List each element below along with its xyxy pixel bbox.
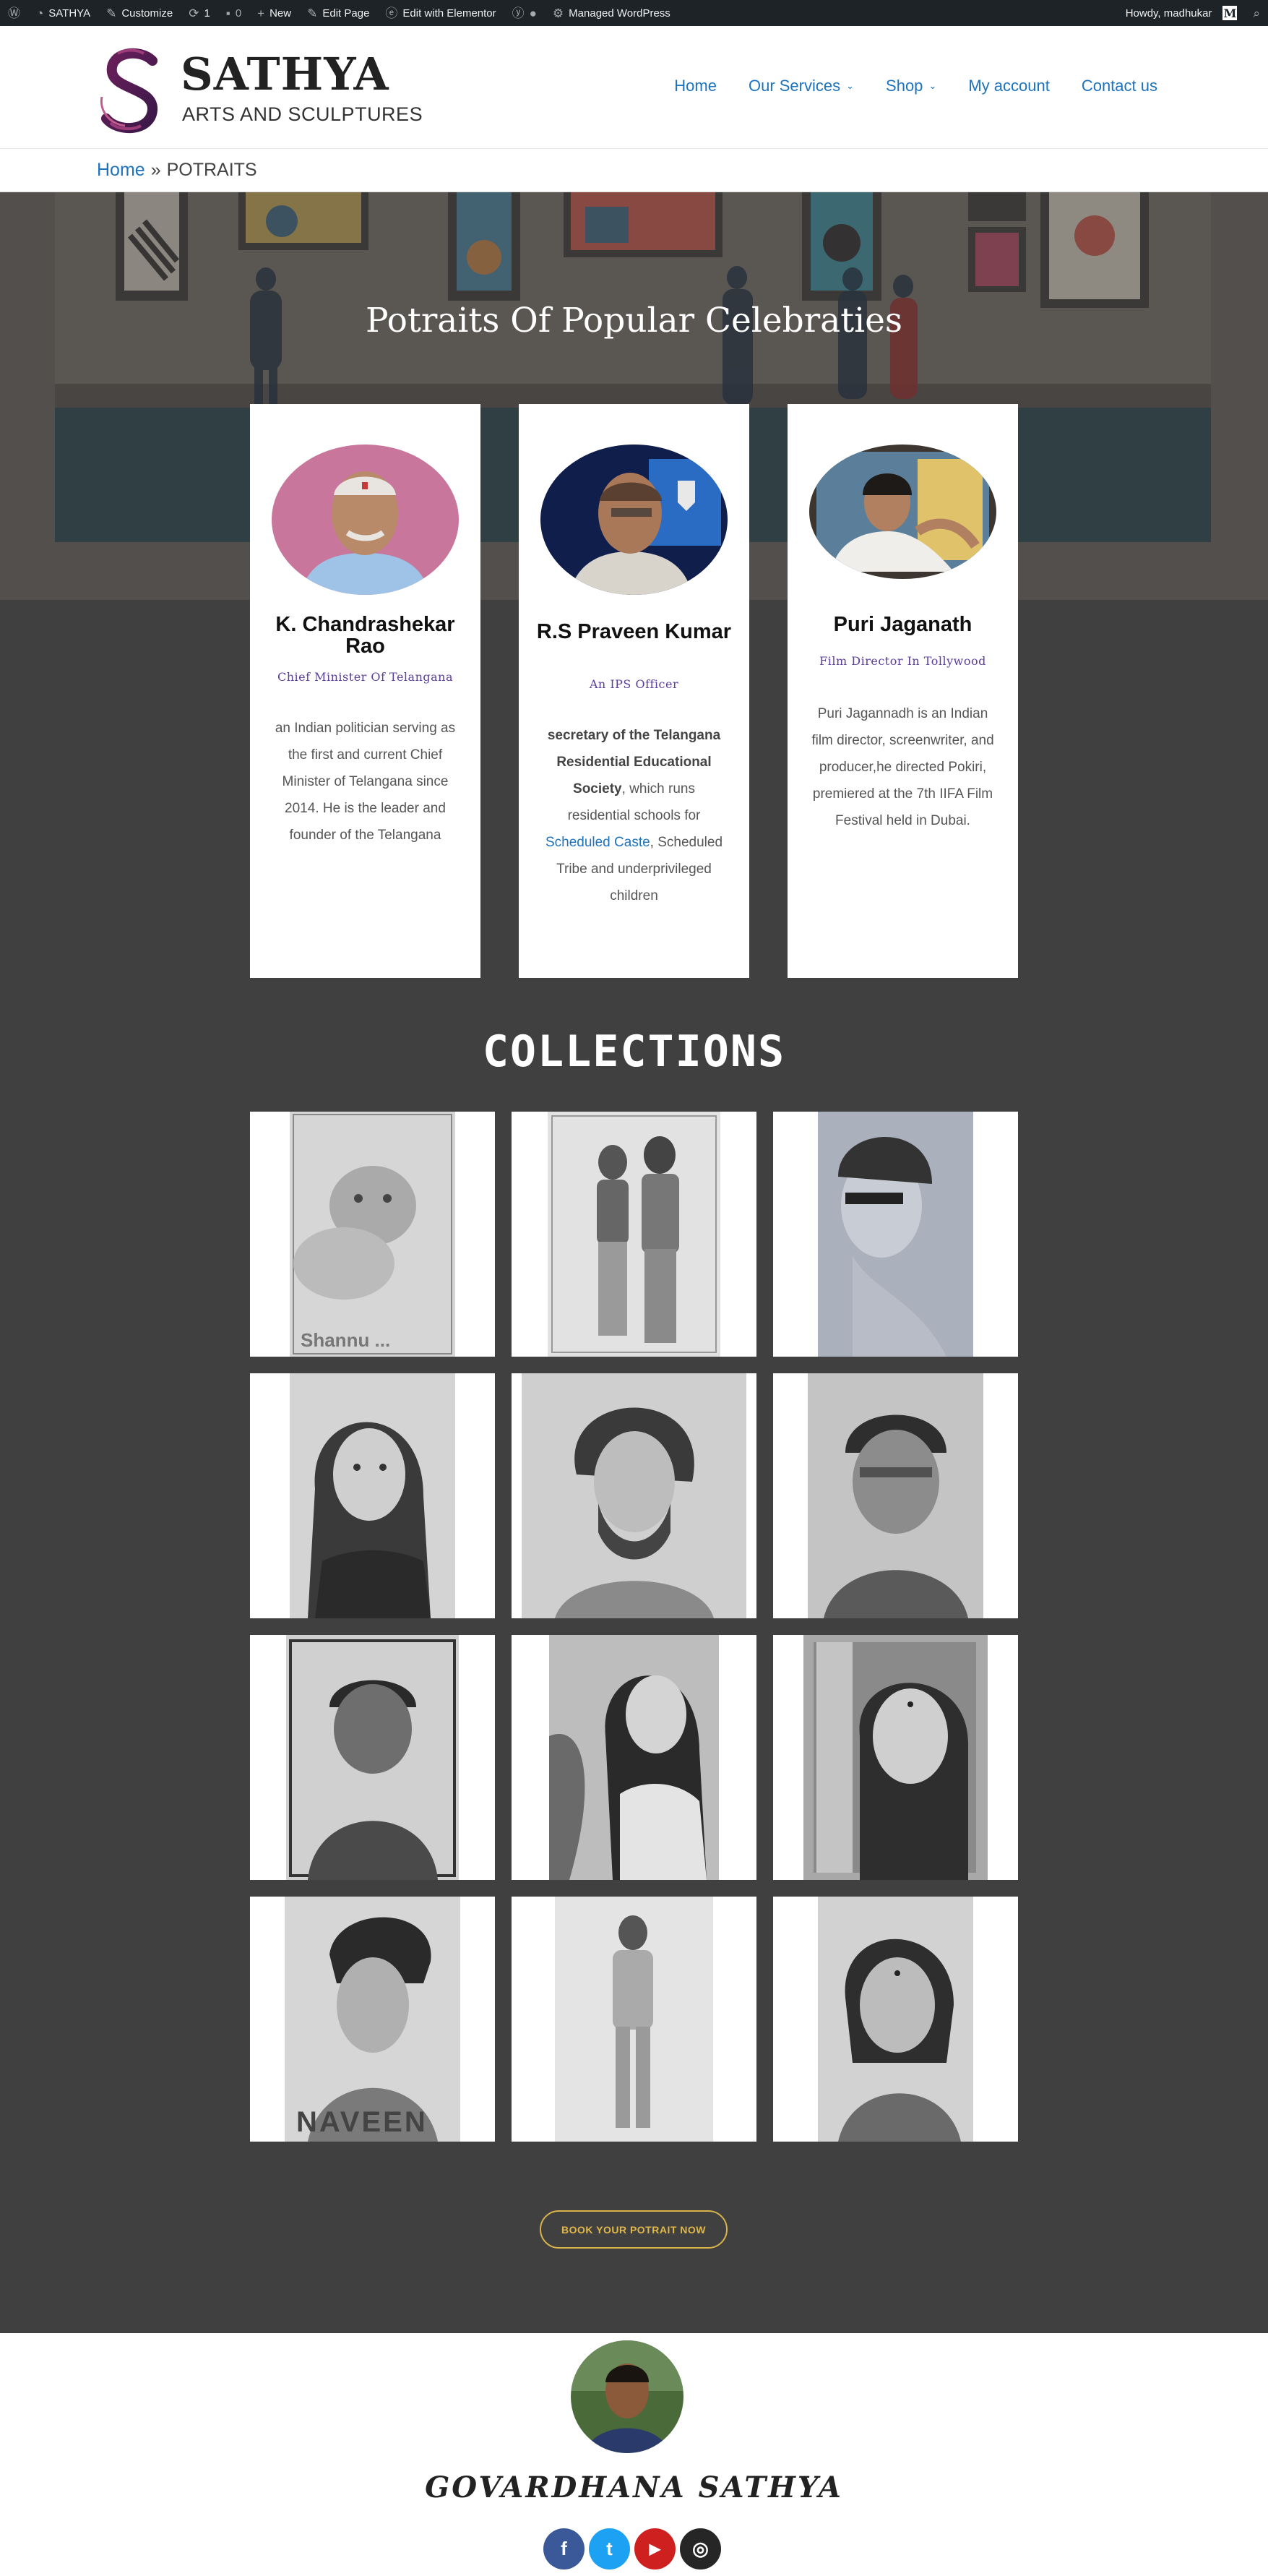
- celebrity-description: an Indian politician serving as the firs…: [275, 721, 456, 843]
- nav-home[interactable]: Home: [674, 77, 717, 95]
- gallery-item[interactable]: [512, 1373, 756, 1618]
- scheduled-caste-link[interactable]: Scheduled Caste: [545, 835, 650, 850]
- comments-link[interactable]: ▪ 0: [218, 0, 249, 26]
- yoast-icon: ⓨ: [512, 6, 525, 20]
- site-name-label: SATHYA: [48, 7, 91, 20]
- nav-shop[interactable]: Shop ⌄: [886, 77, 936, 95]
- plus-icon: +: [257, 6, 265, 20]
- gallery-item[interactable]: [773, 1897, 1018, 2142]
- twitter-icon[interactable]: t: [589, 2528, 630, 2569]
- artist-name: GOVARDHANA SATHYA: [425, 2470, 843, 2504]
- edit-page-label: Edit Page: [322, 7, 370, 20]
- admin-search-button[interactable]: ⌕: [1245, 0, 1268, 26]
- nav-our-services[interactable]: Our Services ⌄: [749, 77, 854, 95]
- celebrity-card: R.S Praveen Kumar An IPS Officer secreta…: [519, 404, 749, 978]
- collections-title: COLLECTIONS: [482, 1026, 786, 1077]
- nav-our-services-label: Our Services: [748, 77, 841, 95]
- edit-elementor-label: Edit with Elementor: [402, 7, 496, 20]
- wordpress-logo-icon: Ⓦ: [8, 6, 20, 20]
- new-label: New: [269, 7, 292, 20]
- my-account-menu[interactable]: Howdy, madhukar M: [1118, 0, 1246, 26]
- gallery-item[interactable]: [250, 1373, 495, 1618]
- breadcrumb: Home » POTRAITS: [0, 149, 1268, 192]
- celebrity-card: K. Chandrashekar Rao Chief Minister Of T…: [250, 404, 480, 978]
- yoast-menu[interactable]: ⓨ ●: [504, 0, 545, 26]
- gallery-item[interactable]: [250, 1635, 495, 1880]
- new-content-link[interactable]: + New: [249, 0, 299, 26]
- instagram-icon[interactable]: ◎: [680, 2528, 721, 2569]
- gallery-item[interactable]: [512, 1635, 756, 1880]
- celebrity-portrait: [809, 445, 996, 579]
- celebrity-portrait: [540, 445, 728, 595]
- wordpress-menu[interactable]: Ⓦ: [0, 0, 28, 26]
- celebrity-role: Film Director In Tollywood: [819, 654, 986, 668]
- gallery-caption: NAVEEN: [296, 2106, 428, 2138]
- gallery-caption: Shannu ...: [301, 1329, 390, 1351]
- admin-bar: Ⓦ ◔ SATHYA ✎ Customize ⟳ 1 ▪ 0 + New ✎ E…: [0, 0, 1268, 26]
- facebook-icon[interactable]: f: [543, 2528, 585, 2569]
- howdy-label: Howdy, madhukar: [1125, 7, 1212, 20]
- book-portrait-button[interactable]: BOOK YOUR POTRAIT NOW: [540, 2210, 728, 2249]
- breadcrumb-current: POTRAITS: [166, 160, 257, 180]
- updates-icon: ⟳: [189, 6, 199, 20]
- social-links: f t ▶ ◎: [543, 2528, 721, 2569]
- celebrity-card: Puri Jaganath Film Director In Tollywood…: [788, 404, 1018, 978]
- nav-contact-us[interactable]: Contact us: [1082, 77, 1157, 95]
- gear-icon: ⚙: [552, 6, 564, 20]
- site-footer: GOVARDHANA SATHYA f t ▶ ◎: [0, 2333, 1268, 2576]
- celebrity-name: R.S Praveen Kumar: [536, 620, 732, 643]
- customize-link[interactable]: ✎ Customize: [98, 0, 181, 26]
- elementor-icon: ⓔ: [385, 6, 398, 20]
- site-name-link[interactable]: ◔ SATHYA: [28, 0, 98, 26]
- nav-home-label: Home: [674, 77, 717, 95]
- gallery-item[interactable]: [773, 1373, 1018, 1618]
- gallery-item[interactable]: [773, 1635, 1018, 1880]
- search-icon: ⌕: [1253, 6, 1260, 20]
- hero-title: Potraits Of Popular Celebraties: [365, 301, 903, 340]
- admin-avatar: M: [1222, 6, 1238, 20]
- gallery-item[interactable]: [512, 1897, 756, 2142]
- celebrity-portrait: [272, 445, 459, 595]
- updates-link[interactable]: ⟳ 1: [181, 0, 218, 26]
- gallery-item[interactable]: [773, 1112, 1018, 1357]
- celebrity-description: secretary of the Telangana Residential E…: [540, 722, 728, 909]
- gallery-item[interactable]: [512, 1112, 756, 1357]
- pencil-icon: ✎: [307, 6, 318, 20]
- customize-label: Customize: [121, 7, 173, 20]
- status-dot-icon: ●: [529, 6, 537, 20]
- nav-shop-label: Shop: [886, 77, 923, 95]
- edit-elementor-link[interactable]: ⓔ Edit with Elementor: [377, 0, 504, 26]
- nav-contact-us-label: Contact us: [1081, 77, 1157, 95]
- site-tagline: ARTS AND SCULPTURES: [182, 103, 423, 125]
- managed-wp-label: Managed WordPress: [569, 7, 670, 20]
- managed-wordpress-link[interactable]: ⚙ Managed WordPress: [545, 0, 678, 26]
- nav-my-account-label: My account: [968, 77, 1050, 95]
- celebrity-name: Puri Jaganath: [833, 613, 972, 636]
- gallery-item[interactable]: Shannu ...: [250, 1112, 495, 1357]
- comment-icon: ▪: [225, 6, 230, 20]
- artist-avatar: [571, 2340, 683, 2453]
- chevron-down-icon: ⌄: [846, 80, 855, 91]
- edit-page-link[interactable]: ✎ Edit Page: [299, 0, 377, 26]
- chevron-down-icon: ⌄: [928, 80, 937, 91]
- breadcrumb-separator: »: [150, 160, 161, 180]
- comments-count: 0: [235, 7, 242, 20]
- gallery-item[interactable]: NAVEEN: [250, 1897, 495, 2142]
- site-logo[interactable]: [96, 46, 168, 137]
- brush-icon: ✎: [106, 6, 117, 20]
- updates-count: 1: [204, 7, 210, 20]
- celebrity-name: K. Chandrashekar Rao: [275, 613, 455, 658]
- celebrity-role: An IPS Officer: [589, 677, 679, 691]
- main-navigation: Home Our Services ⌄ Shop ⌄ My account Cont…: [674, 77, 1157, 95]
- breadcrumb-home-link[interactable]: Home: [97, 160, 145, 181]
- nav-my-account[interactable]: My account: [968, 77, 1050, 95]
- youtube-icon[interactable]: ▶: [634, 2528, 676, 2569]
- celebrity-role: Chief Minister Of Telangana: [277, 670, 453, 684]
- celebrity-description: Puri Jagannadh is an Indian film directo…: [811, 706, 994, 828]
- site-header: SATHYA ARTS AND SCULPTURES Home Our Serv…: [0, 26, 1268, 149]
- site-title[interactable]: SATHYA: [181, 48, 389, 100]
- dashboard-icon: ◔: [36, 6, 44, 20]
